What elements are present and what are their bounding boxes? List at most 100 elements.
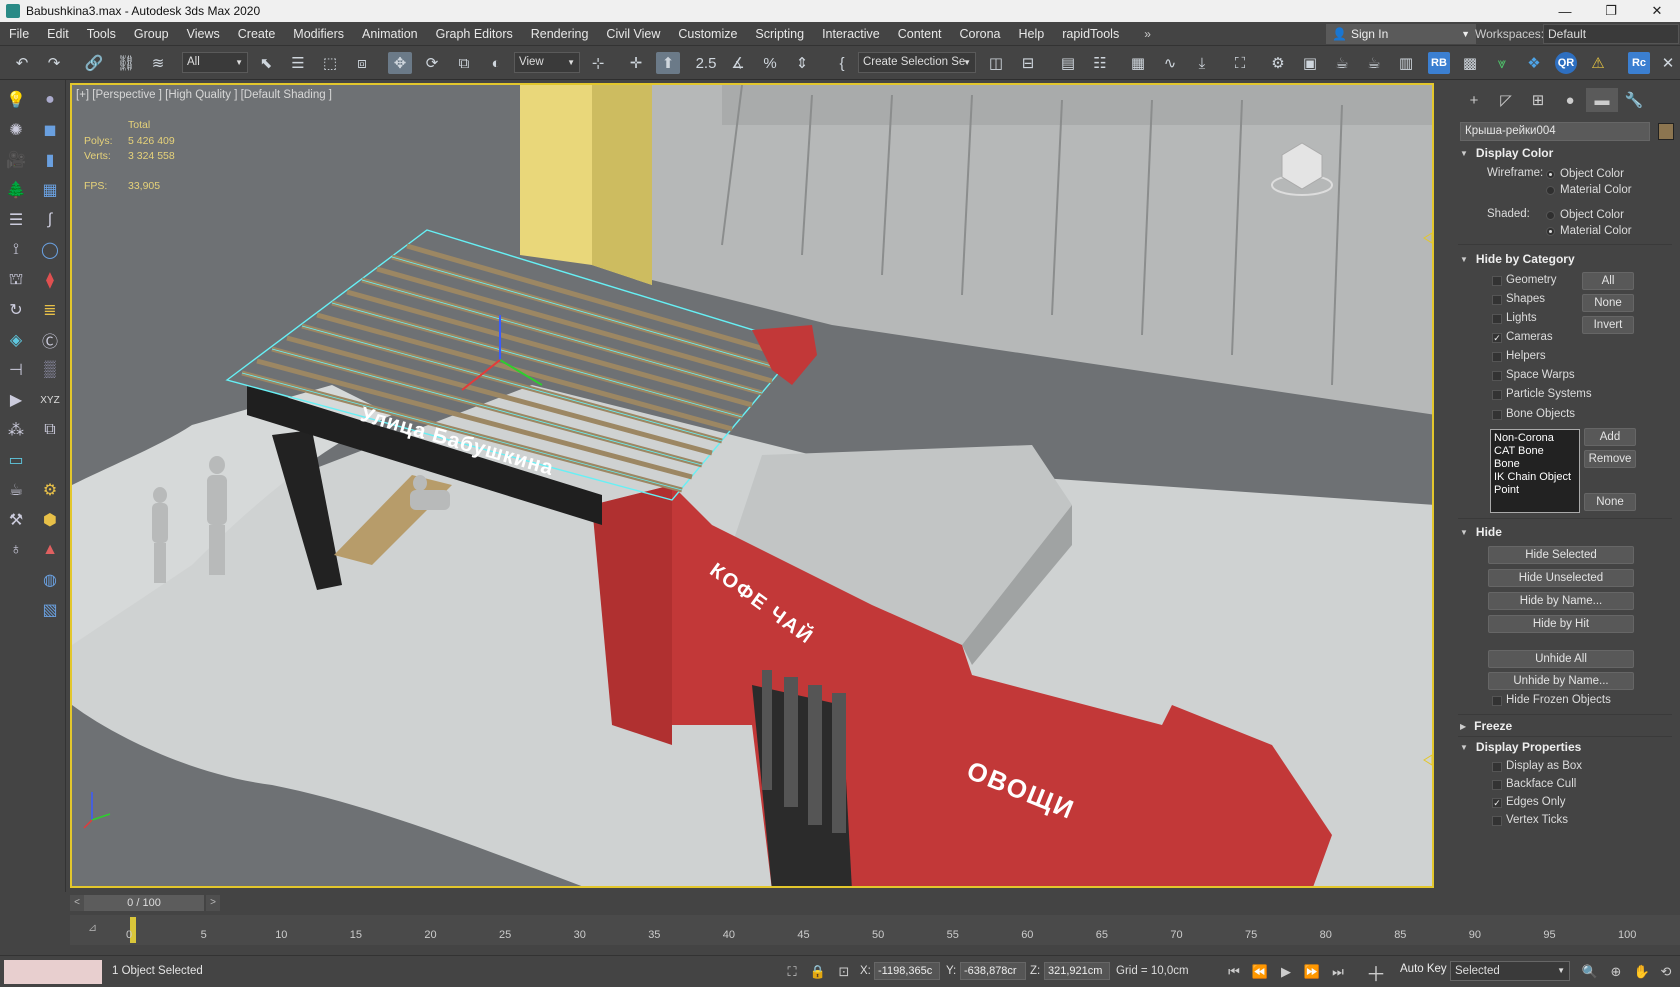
mirror-icon[interactable]: ◫ — [984, 52, 1008, 74]
monitor-icon[interactable]: ▭ — [4, 448, 28, 472]
render-icon[interactable]: ▶ — [4, 388, 28, 412]
helper-icon[interactable]: ⛫ — [4, 268, 28, 292]
layers-icon[interactable]: ≣ — [38, 298, 62, 322]
hide-by-hit-button[interactable]: Hide by Hit — [1488, 615, 1634, 633]
select-move-icon[interactable]: ✥ — [388, 52, 412, 74]
selection-filter-dropdown[interactable]: All ▼ — [182, 52, 248, 73]
material-editor-icon[interactable]: ⛶ — [1228, 52, 1252, 74]
rb-plugin-button[interactable]: RB — [1428, 52, 1450, 74]
named-selection-dropdown[interactable]: Create Selection Se ▼ — [858, 52, 976, 73]
particle-systems-checkbox[interactable] — [1492, 390, 1502, 400]
display-tab-icon[interactable]: ▬ — [1586, 88, 1618, 112]
unlink-icon[interactable]: ⛓ — [114, 52, 138, 74]
shapes-checkbox[interactable] — [1492, 295, 1502, 305]
perspective-viewport[interactable]: Улица Бабушкина КОФЕ ЧАЙ ОВОЩИ [+] [Pers… — [70, 83, 1434, 888]
menu-help[interactable]: Help — [1010, 27, 1054, 41]
picture-icon[interactable]: ▧ — [38, 598, 62, 622]
menu-rendering[interactable]: Rendering — [522, 27, 598, 41]
cube-gold-icon[interactable]: ⬢ — [38, 508, 62, 532]
auto-key-button[interactable]: Auto Key — [1400, 963, 1447, 981]
lock-icon[interactable]: 🔒 — [808, 962, 828, 982]
link-icon[interactable]: 🔗 — [82, 52, 106, 74]
restore-icon[interactable]: ❐ — [1588, 0, 1634, 22]
list-item[interactable]: CAT Bone — [1494, 445, 1576, 458]
menu-graph-editors[interactable]: Graph Editors — [427, 27, 522, 41]
cone-icon[interactable]: ▲ — [38, 538, 62, 562]
backface-cull-checkbox[interactable] — [1492, 780, 1502, 790]
category-remove-button[interactable]: Remove — [1584, 450, 1636, 468]
qr-plugin-button[interactable]: QR — [1555, 52, 1577, 74]
reference-coordinate-dropdown[interactable]: View ▼ — [514, 52, 580, 73]
clone-icon[interactable]: ⧉ — [38, 418, 62, 442]
vertex-ticks-checkbox[interactable] — [1492, 816, 1502, 826]
menu-interactive[interactable]: Interactive — [813, 27, 889, 41]
rotate-icon[interactable]: ↻ — [4, 298, 28, 322]
tree-icon[interactable]: 🌲 — [4, 178, 28, 202]
menu-modifiers[interactable]: Modifiers — [284, 27, 353, 41]
go-to-start-icon[interactable]: ⏮ — [1224, 962, 1244, 982]
window-crossing-icon[interactable]: ⧈ — [350, 52, 374, 74]
menu-customize[interactable]: Customize — [669, 27, 746, 41]
menu-edit[interactable]: Edit — [38, 27, 78, 41]
z-coordinate-field[interactable]: 321,921cm — [1044, 962, 1110, 980]
noise-icon[interactable]: ▒ — [38, 358, 62, 382]
list-item[interactable]: Non-Corona — [1494, 432, 1576, 445]
globe-icon[interactable]: ◍ — [38, 568, 62, 592]
render-production-icon[interactable]: ☕ — [1330, 52, 1354, 74]
minimize-icon[interactable]: — — [1542, 0, 1588, 22]
display-color-rollout[interactable]: ▼ Display Color — [1460, 144, 1553, 162]
geometry-checkbox[interactable] — [1492, 276, 1502, 286]
workspaces-dropdown[interactable]: Default — [1543, 24, 1679, 44]
set-key-icon[interactable]: ＋ — [1366, 962, 1386, 986]
list-item[interactable]: IK Chain Object — [1494, 471, 1576, 484]
list-item[interactable]: Bone — [1494, 458, 1576, 471]
previous-key-icon[interactable]: ⏪ — [1250, 962, 1270, 982]
create-tab-icon[interactable]: + — [1458, 88, 1490, 112]
maxscript-listener[interactable] — [4, 960, 102, 984]
keyboard-shortcut-override-icon[interactable]: ⬆ — [656, 52, 680, 74]
grid-plane-icon[interactable]: ▦ — [38, 178, 62, 202]
bulb-outline-icon[interactable]: ♁ — [4, 538, 28, 562]
redo-icon[interactable]: ↷ — [42, 52, 66, 74]
menu-rapidtools[interactable]: rapidTools — [1053, 27, 1128, 41]
schematic-view-icon[interactable]: ⤓ — [1190, 52, 1214, 74]
close-icon[interactable]: ✕ — [1634, 0, 1680, 22]
time-slider[interactable]: < 0 / 100 > — [70, 893, 1680, 913]
menu-corona[interactable]: Corona — [951, 27, 1010, 41]
render-iterative-icon[interactable]: ☕ — [1362, 52, 1386, 74]
pan-icon[interactable]: ✋ — [1632, 962, 1652, 982]
menu-content[interactable]: Content — [889, 27, 951, 41]
warning-icon[interactable]: ⚠ — [1586, 52, 1610, 74]
select-by-name-icon[interactable]: ☰ — [286, 52, 310, 74]
absolute-mode-icon[interactable]: ⊡ — [834, 962, 854, 982]
menu-scripting[interactable]: Scripting — [746, 27, 813, 41]
zoom-extents-icon[interactable]: ⊕ — [1606, 962, 1626, 982]
bone-objects-checkbox[interactable] — [1492, 410, 1502, 420]
shaded-object-color-radio[interactable] — [1546, 211, 1555, 220]
edges-only-checkbox[interactable]: ✓ — [1492, 798, 1502, 808]
hide-by-category-rollout[interactable]: ▼ Hide by Category — [1460, 250, 1575, 268]
hide-selected-button[interactable]: Hide Selected — [1488, 546, 1634, 564]
shaded-material-color-radio[interactable] — [1546, 227, 1555, 236]
select-object-icon[interactable]: ⬉ — [254, 52, 278, 74]
spline-icon[interactable]: ∫ — [38, 208, 62, 232]
shield-icon[interactable]: ◈ — [4, 328, 28, 352]
spinner-snap-icon[interactable]: ⇕ — [790, 52, 814, 74]
wireframe-material-color-radio[interactable] — [1546, 186, 1555, 195]
go-to-end-icon[interactable]: ⏭ — [1328, 962, 1348, 982]
align-left-icon[interactable]: ⊣ — [4, 358, 28, 382]
category-invert-button[interactable]: Invert — [1582, 316, 1634, 334]
render-setup-icon[interactable]: ⚙ — [1266, 52, 1290, 74]
next-frame-icon[interactable]: > — [206, 895, 220, 911]
unhide-by-name-button[interactable]: Unhide by Name... — [1488, 672, 1634, 690]
rc-plugin-button[interactable]: Rc — [1628, 52, 1650, 74]
snaps-toggle-icon[interactable]: 2.5 — [694, 52, 718, 74]
motion-tab-icon[interactable]: ● — [1554, 88, 1586, 112]
category-add-button[interactable]: Add — [1584, 428, 1636, 446]
play-icon[interactable]: ▶ — [1276, 962, 1296, 982]
key-filter-dropdown[interactable]: Selected ▼ — [1450, 961, 1570, 981]
diamond-icon[interactable]: ❖ — [1522, 52, 1546, 74]
ribbon-icon[interactable]: ▦ — [1126, 52, 1150, 74]
hide-rollout[interactable]: ▼ Hide — [1460, 523, 1502, 541]
display-as-box-checkbox[interactable] — [1492, 762, 1502, 772]
